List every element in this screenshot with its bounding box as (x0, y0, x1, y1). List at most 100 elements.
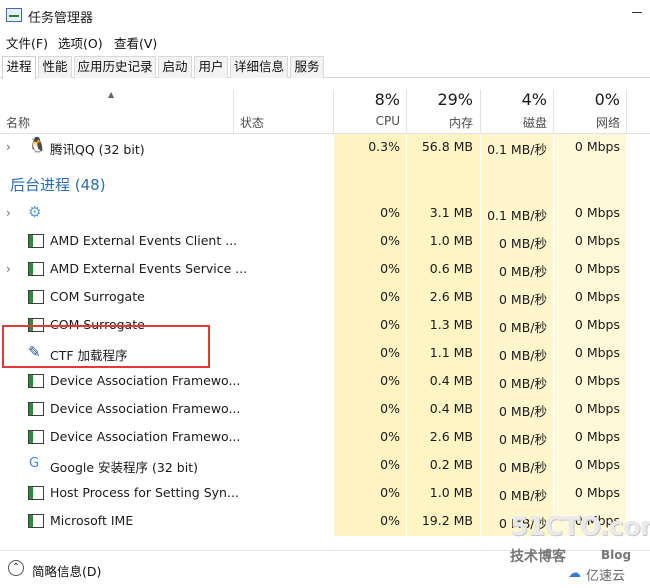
tab-processes[interactable]: 进程 (2, 56, 36, 79)
menu-file[interactable]: 文件(F) (6, 33, 48, 52)
tab-strip: 进程 性能 应用历史记录 启动 用户 详细信息 服务 (0, 52, 650, 79)
cell-cpu: 0% (380, 429, 400, 444)
cell-disk: 0 MB/秒 (499, 488, 547, 503)
disk-total[interactable]: 4% (481, 90, 547, 109)
table-row[interactable]: Device Association Framewo... 0% 0.4 MB … (0, 367, 650, 395)
window-title: 任务管理器 (28, 11, 94, 26)
service-icon (28, 234, 44, 248)
menu-bar: 文件(F) 选项(O) 查看(V) (0, 30, 650, 52)
cell-network: 0 Mbps (574, 457, 620, 472)
cell-memory: 2.6 MB (429, 429, 473, 444)
cell-disk: 0 MB/秒 (499, 460, 547, 475)
annotation-highlight-box (2, 325, 210, 368)
chevron-right-icon[interactable]: › (6, 140, 11, 154)
column-name[interactable]: 名称 (6, 114, 30, 131)
service-icon (28, 262, 44, 276)
watermark-blog: Blog (601, 548, 632, 562)
service-icon (28, 486, 44, 500)
table-row[interactable]: Device Association Framewo... 0% 0.4 MB … (0, 395, 650, 423)
watermark-51cto: 51CTO.com (510, 512, 650, 542)
column-status[interactable]: 状态 (240, 114, 264, 131)
cell-memory: 0.4 MB (429, 373, 473, 388)
cell-memory: 2.6 MB (429, 289, 473, 304)
process-name: Device Association Framewo... (50, 401, 241, 416)
watermark-tech-blog: 技术博客 (510, 549, 566, 565)
title-bar: 任务管理器 (0, 0, 650, 30)
cell-cpu: 0% (380, 457, 400, 472)
cell-cpu: 0% (380, 513, 400, 528)
cell-network: 0 Mbps (574, 289, 620, 304)
cell-disk: 0 MB/秒 (499, 404, 547, 419)
watermark-yisu: 亿速云 (586, 569, 626, 584)
table-row[interactable]: G Google 安装程序 (32 bit) 0% 0.2 MB 0 MB/秒 … (0, 451, 650, 479)
table-row[interactable]: › ⚙ 0% 3.1 MB 0.1 MB/秒 0 Mbps (0, 199, 650, 227)
tab-startup[interactable]: 启动 (158, 56, 192, 78)
cell-disk: 0 MB/秒 (499, 376, 547, 391)
column-divider (233, 90, 234, 134)
minimize-button[interactable] (632, 12, 642, 13)
table-row[interactable]: › AMD External Events Service ... 0% 0.6… (0, 255, 650, 283)
cell-cpu: 0% (380, 233, 400, 248)
cell-network: 0 Mbps (574, 317, 620, 332)
cell-network: 0 Mbps (574, 233, 620, 248)
chevron-right-icon[interactable]: › (6, 206, 11, 220)
cell-cpu: 0% (380, 289, 400, 304)
service-icon (28, 430, 44, 444)
cell-disk: 0 MB/秒 (499, 292, 547, 307)
yisu-cloud-icon: ☁ (568, 566, 581, 581)
cell-cpu: 0% (380, 485, 400, 500)
cell-memory: 1.3 MB (429, 317, 473, 332)
tab-users[interactable]: 用户 (194, 56, 228, 78)
process-name: AMD External Events Client ... (50, 233, 238, 248)
table-row[interactable]: Host Process for Setting Syn... 0% 1.0 M… (0, 479, 650, 507)
column-network[interactable]: 网络 (554, 114, 620, 131)
google-icon: G (29, 456, 40, 471)
cell-memory: 56.8 MB (421, 139, 473, 154)
cell-network: 0 Mbps (574, 429, 620, 444)
cell-network: 0 Mbps (574, 261, 620, 276)
cell-cpu: 0% (380, 261, 400, 276)
table-row[interactable]: › 🐧 腾讯QQ (32 bit) 0.3% 56.8 MB 0.1 MB/秒 … (0, 133, 650, 161)
column-cpu[interactable]: CPU (334, 114, 400, 128)
service-icon (28, 514, 44, 528)
cpu-total[interactable]: 8% (334, 90, 400, 109)
gear-icon: ⚙ (28, 203, 42, 221)
cell-cpu: 0% (380, 373, 400, 388)
table-row[interactable]: COM Surrogate 0% 2.6 MB 0 MB/秒 0 Mbps (0, 283, 650, 311)
cell-network: 0 Mbps (574, 401, 620, 416)
service-icon (28, 374, 44, 388)
cell-network: 0 Mbps (574, 485, 620, 500)
cell-disk: 0 MB/秒 (499, 348, 547, 363)
process-name: 腾讯QQ (32 bit) (50, 142, 145, 157)
menu-view[interactable]: 查看(V) (114, 33, 157, 52)
cell-memory: 0.6 MB (429, 261, 473, 276)
cell-memory: 0.4 MB (429, 401, 473, 416)
cell-cpu: 0% (380, 401, 400, 416)
cell-cpu: 0% (380, 345, 400, 360)
chevron-up-icon[interactable]: ⌃ (8, 560, 24, 576)
cell-network: 0 Mbps (574, 373, 620, 388)
table-row[interactable]: AMD External Events Client ... 0% 1.0 MB… (0, 227, 650, 255)
cell-memory: 0.2 MB (429, 457, 473, 472)
tab-services[interactable]: 服务 (290, 56, 324, 78)
tab-details[interactable]: 详细信息 (230, 56, 288, 78)
cell-disk: 0 MB/秒 (499, 320, 547, 335)
sort-up-icon: ▲ (108, 90, 115, 99)
cell-disk: 0.1 MB/秒 (487, 142, 547, 157)
service-icon (28, 290, 44, 304)
network-total[interactable]: 0% (554, 90, 620, 109)
fewer-details-button[interactable]: 简略信息(D) (32, 561, 101, 580)
column-memory[interactable]: 内存 (407, 114, 473, 131)
chevron-right-icon[interactable]: › (6, 262, 11, 276)
process-name: Host Process for Setting Syn... (50, 485, 239, 500)
column-disk[interactable]: 磁盘 (481, 114, 547, 131)
task-manager-icon (6, 8, 22, 22)
tab-performance[interactable]: 性能 (38, 56, 72, 78)
cell-memory: 1.0 MB (429, 485, 473, 500)
tab-app-history[interactable]: 应用历史记录 (74, 56, 156, 78)
table-row[interactable]: Device Association Framewo... 0% 2.6 MB … (0, 423, 650, 451)
menu-options[interactable]: 选项(O) (58, 33, 103, 52)
process-name: AMD External Events Service ... (50, 261, 248, 276)
service-icon (28, 402, 44, 416)
memory-total[interactable]: 29% (407, 90, 473, 109)
